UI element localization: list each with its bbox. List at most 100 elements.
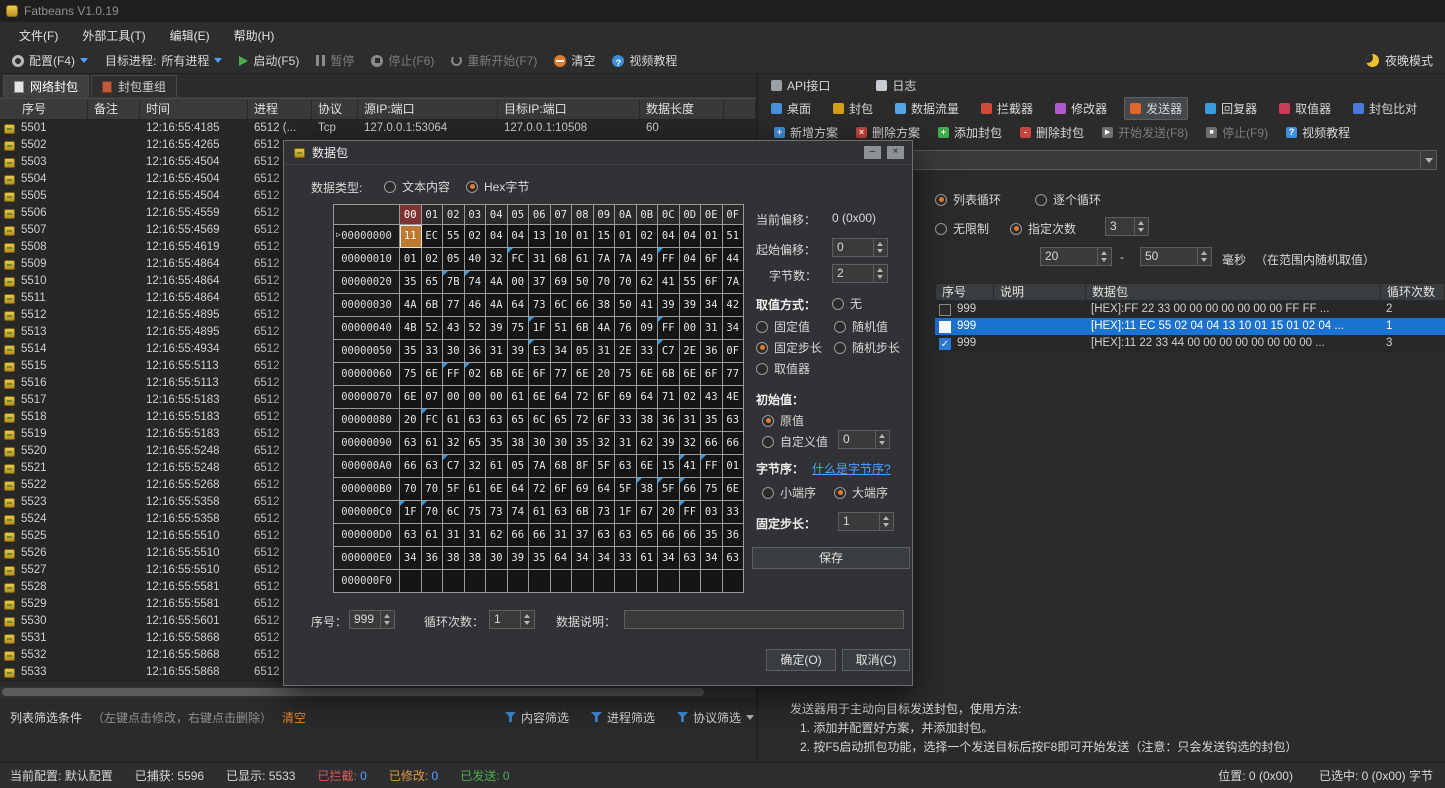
- hex-cell[interactable]: 75: [465, 501, 487, 524]
- spinner-arrows[interactable]: [1134, 218, 1148, 235]
- col-len[interactable]: 数据长度: [640, 99, 724, 119]
- hex-row-address[interactable]: 000000F0: [334, 570, 400, 593]
- hex-row-address[interactable]: 000000E0: [334, 547, 400, 570]
- hex-cell[interactable]: E3: [529, 340, 551, 363]
- hex-cell[interactable]: 63: [486, 409, 508, 432]
- hex-cell[interactable]: 64: [508, 294, 530, 317]
- hex-cell[interactable]: 6F: [529, 363, 551, 386]
- hex-cell[interactable]: [508, 570, 530, 593]
- hex-cell[interactable]: 35: [486, 432, 508, 455]
- dialog-minimize-button[interactable]: [864, 146, 881, 159]
- hex-cell[interactable]: 66: [723, 432, 745, 455]
- hex-cell[interactable]: 6C: [443, 501, 465, 524]
- hex-col-header[interactable]: 07: [551, 205, 573, 225]
- value-mode-fixed-step-radio[interactable]: 固定步长: [756, 339, 822, 356]
- hex-cell[interactable]: 1F: [615, 501, 637, 524]
- hex-cell[interactable]: FF: [680, 501, 702, 524]
- hex-cell[interactable]: FC: [508, 248, 530, 271]
- hex-cell[interactable]: 70: [422, 501, 444, 524]
- endian-big-radio[interactable]: 大端序: [834, 484, 888, 501]
- hex-cell[interactable]: 6F: [701, 248, 723, 271]
- hex-cell[interactable]: 65: [465, 432, 487, 455]
- hex-cell[interactable]: 65: [422, 271, 444, 294]
- hex-cell[interactable]: 63: [615, 524, 637, 547]
- hex-cell[interactable]: 75: [508, 317, 530, 340]
- hex-cell[interactable]: 61: [637, 547, 659, 570]
- start-button[interactable]: 启动(F5): [239, 52, 299, 69]
- hex-cell[interactable]: 76: [615, 317, 637, 340]
- hex-cell[interactable]: 75: [615, 363, 637, 386]
- hex-row-address[interactable]: 000000A0: [334, 455, 400, 478]
- hex-cell[interactable]: 20: [400, 409, 422, 432]
- hex-cell[interactable]: 49: [637, 248, 659, 271]
- custom-value-spinner[interactable]: 0: [838, 430, 890, 449]
- hex-cell[interactable]: 32: [465, 455, 487, 478]
- hex-cell[interactable]: 34: [572, 547, 594, 570]
- hex-cell[interactable]: 61: [465, 478, 487, 501]
- hex-cell[interactable]: 32: [486, 248, 508, 271]
- hex-cell[interactable]: 04: [680, 225, 702, 248]
- hex-cell[interactable]: 64: [551, 547, 573, 570]
- hex-cell[interactable]: 02: [465, 225, 487, 248]
- hex-cell[interactable]: 4A: [594, 317, 616, 340]
- hex-row-address[interactable]: 00000000: [334, 225, 400, 248]
- hex-cell[interactable]: [680, 570, 702, 593]
- hex-cell[interactable]: 6E: [572, 363, 594, 386]
- hex-cell[interactable]: 65: [637, 524, 659, 547]
- col-protocol[interactable]: 协议: [312, 99, 358, 119]
- hex-cell[interactable]: 63: [465, 409, 487, 432]
- hex-cell[interactable]: 64: [594, 478, 616, 501]
- hex-cell[interactable]: 30: [551, 432, 573, 455]
- hex-cell[interactable]: 66: [680, 524, 702, 547]
- hex-cell[interactable]: 69: [615, 386, 637, 409]
- clear-button[interactable]: 清空: [554, 52, 595, 69]
- hex-cell[interactable]: 31: [443, 524, 465, 547]
- hex-cell[interactable]: 72: [572, 386, 594, 409]
- hex-cell[interactable]: 64: [637, 386, 659, 409]
- hex-cell[interactable]: 6E: [680, 363, 702, 386]
- hex-cell[interactable]: 46: [465, 294, 487, 317]
- hex-cell[interactable]: 7A: [723, 271, 745, 294]
- hex-cell[interactable]: 61: [443, 409, 465, 432]
- value-mode-random-radio[interactable]: 随机值: [834, 318, 888, 335]
- hex-row-address[interactable]: 00000090: [334, 432, 400, 455]
- hex-cell[interactable]: 63: [400, 432, 422, 455]
- hex-cell[interactable]: 6E: [508, 363, 530, 386]
- hex-row-address[interactable]: 00000070: [334, 386, 400, 409]
- hex-cell[interactable]: 2E: [615, 340, 637, 363]
- hex-cell[interactable]: 35: [701, 409, 723, 432]
- hex-cell[interactable]: 66: [400, 455, 422, 478]
- hex-cell[interactable]: 64: [551, 386, 573, 409]
- hex-cell[interactable]: 00: [486, 386, 508, 409]
- col-time[interactable]: 时间: [140, 99, 248, 119]
- hex-cell[interactable]: 68: [551, 248, 573, 271]
- tab-packet[interactable]: 封包: [828, 98, 878, 119]
- hex-cell[interactable]: 43: [701, 386, 723, 409]
- hex-cell[interactable]: 34: [701, 294, 723, 317]
- loop-fixed-radio[interactable]: 指定次数: [1010, 220, 1076, 237]
- hex-cell[interactable]: 6E: [486, 478, 508, 501]
- hex-cell[interactable]: 35: [529, 547, 551, 570]
- hex-cell[interactable]: 41: [680, 455, 702, 478]
- tab-api[interactable]: API接口: [766, 75, 835, 96]
- hex-cell[interactable]: 01: [572, 225, 594, 248]
- dialog-title-bar[interactable]: 数据包: [284, 141, 912, 165]
- hex-cell[interactable]: 6F: [701, 271, 723, 294]
- hex-cell[interactable]: 32: [594, 432, 616, 455]
- hex-cell[interactable]: 37: [529, 271, 551, 294]
- interval-from-spinner[interactable]: 20: [1040, 247, 1112, 266]
- hex-cell[interactable]: 00: [680, 317, 702, 340]
- tab-packet-reassembly[interactable]: 封包重组: [91, 75, 177, 97]
- hex-cell[interactable]: 68: [551, 455, 573, 478]
- hex-cell[interactable]: 61: [572, 248, 594, 271]
- hex-cell[interactable]: 50: [572, 271, 594, 294]
- hex-cell[interactable]: 38: [637, 409, 659, 432]
- sender-packet-row[interactable]: 999[HEX]:11 22 33 44 00 00 00 00 00 00 0…: [935, 335, 1445, 352]
- hex-cell[interactable]: [465, 570, 487, 593]
- hex-cell[interactable]: 66: [658, 524, 680, 547]
- hex-cell[interactable]: 39: [486, 317, 508, 340]
- hex-cell[interactable]: FF: [443, 363, 465, 386]
- hex-cell[interactable]: 30: [443, 340, 465, 363]
- hex-cell[interactable]: 31: [486, 340, 508, 363]
- hex-cell[interactable]: 33: [422, 340, 444, 363]
